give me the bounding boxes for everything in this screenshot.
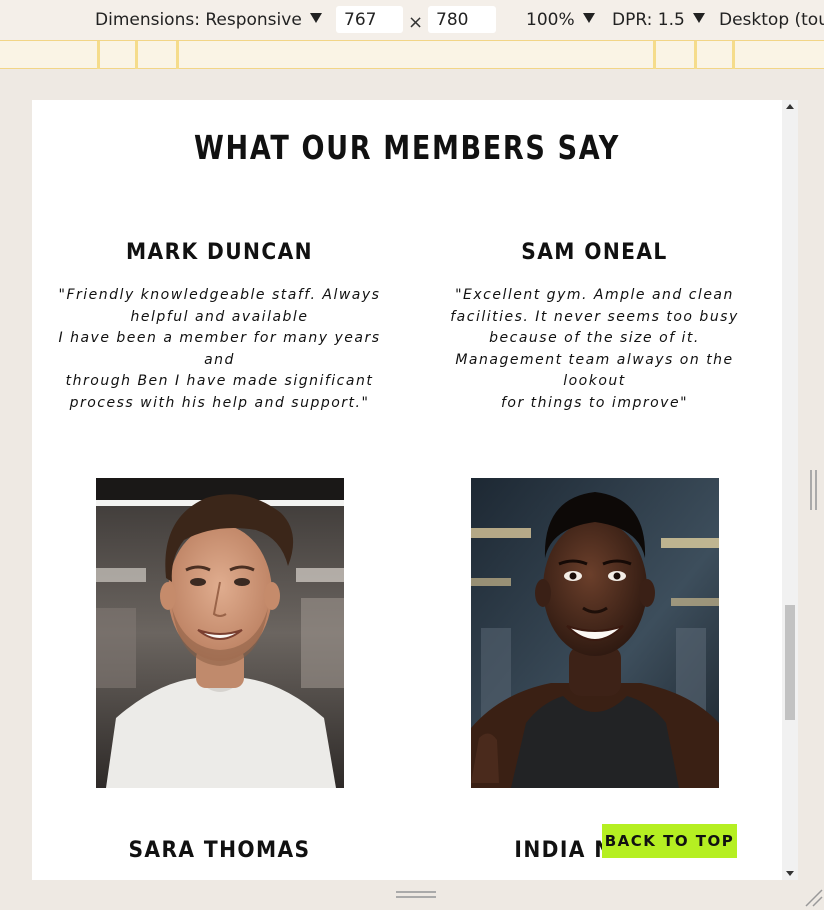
scrollbar[interactable]	[782, 100, 798, 880]
chevron-down-icon	[309, 13, 322, 23]
device-mode-label: Desktop (touch)	[719, 10, 824, 30]
media-query-bar[interactable]	[0, 40, 824, 69]
zoom-dropdown[interactable]: 100%	[526, 10, 595, 30]
height-input[interactable]: 780	[428, 6, 496, 33]
media-query-marker[interactable]	[176, 41, 179, 69]
page-viewport: WHAT OUR MEMBERS SAY MARK DUNCAN "Friend…	[32, 100, 782, 880]
media-query-marker[interactable]	[732, 41, 735, 69]
dimensions-label: Dimensions: Responsive	[95, 10, 302, 30]
media-query-marker[interactable]	[653, 41, 656, 69]
dimensions-dropdown[interactable]: Dimensions: Responsive	[95, 10, 322, 30]
scroll-down-arrow-icon[interactable]	[786, 871, 794, 876]
member-card: SARA THOMAS	[32, 838, 407, 863]
device-mode-dropdown[interactable]: Desktop (touch)	[719, 10, 824, 30]
chevron-down-icon	[582, 13, 595, 23]
media-query-marker[interactable]	[135, 41, 138, 69]
member-name: SARA THOMAS	[128, 838, 311, 863]
section-title: WHAT OUR MEMBERS SAY	[194, 128, 620, 167]
right-resize-handle[interactable]	[810, 470, 820, 510]
chevron-down-icon	[692, 13, 705, 23]
zoom-label: 100%	[526, 10, 575, 30]
scroll-up-arrow-icon[interactable]	[786, 104, 794, 109]
member-photo	[471, 478, 719, 788]
testimonial-quote: "Excellent gym. Ample and clean faciliti…	[450, 287, 739, 411]
dpr-label: DPR: 1.5	[612, 10, 685, 30]
testimonial-card: SAM ONEAL "Excellent gym. Ample and clea…	[407, 240, 782, 414]
testimonial-card: MARK DUNCAN "Friendly knowledgeable staf…	[32, 240, 407, 414]
width-input[interactable]: 767	[336, 6, 403, 33]
corner-resize-handle[interactable]	[804, 888, 824, 908]
media-query-marker[interactable]	[97, 41, 100, 69]
dpr-dropdown[interactable]: DPR: 1.5	[612, 10, 705, 30]
member-name: MARK DUNCAN	[126, 240, 313, 265]
media-query-marker[interactable]	[694, 41, 697, 69]
scrollbar-thumb[interactable]	[785, 605, 795, 720]
member-name: SAM ONEAL	[521, 240, 668, 265]
times-icon: ×	[408, 12, 424, 33]
bottom-resize-handle[interactable]	[396, 891, 436, 901]
back-to-top-button[interactable]: BACK TO TOP	[602, 824, 737, 858]
testimonial-quote: "Friendly knowledgeable staff. Always he…	[58, 287, 381, 411]
member-photo	[96, 478, 344, 788]
devtools-toolbar: Dimensions: Responsive 767 × 780 100% DP…	[0, 0, 824, 40]
